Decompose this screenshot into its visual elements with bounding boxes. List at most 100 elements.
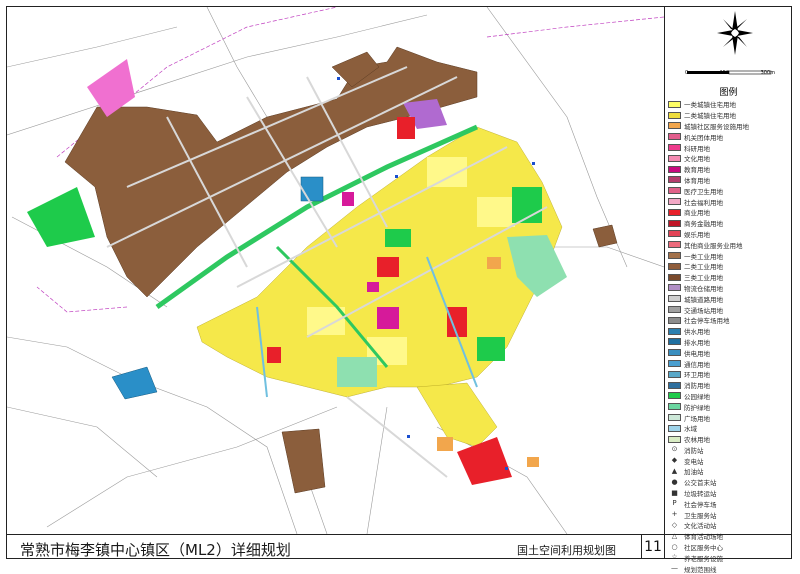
legend-label: 排水用地: [684, 338, 710, 347]
scale-label: 0: [685, 70, 689, 76]
legend-panel: 0 150 300m 图例 一类城镇住宅用地 二类城镇住宅用地 城镇社区服务设施用地…: [664, 7, 791, 574]
legend-swatch: [668, 338, 681, 346]
legend-swatch: [668, 208, 681, 216]
legend-swatch: [668, 133, 681, 141]
legend-swatch: [668, 370, 681, 378]
legend-symbol-label: 规划范围线: [684, 565, 717, 574]
legend-row: 商业用地: [668, 207, 790, 218]
legend-swatch: [668, 111, 681, 119]
scale-label: 300m: [760, 70, 775, 76]
legend-row: 防护绿地: [668, 401, 790, 412]
legend-label: 农林用地: [684, 436, 710, 445]
legend-row: 商务金融用地: [668, 218, 790, 229]
legend-label: 教育用地: [684, 166, 710, 175]
legend-symbol-label: 公交首末站: [684, 479, 717, 488]
legend-swatch: [668, 273, 681, 281]
legend-row: 排水用地: [668, 337, 790, 348]
legend-symbol-label: 消防站: [684, 446, 704, 455]
legend-label: 广场用地: [684, 414, 710, 423]
legend-row: 消防用地: [668, 380, 790, 391]
legend-label: 社会福利用地: [684, 198, 723, 207]
legend-symbol-label: 变电站: [684, 457, 704, 466]
legend-symbol-label: 加油站: [684, 468, 704, 477]
legend-label: 科研用地: [684, 144, 710, 153]
legend-label: 防护绿地: [684, 403, 710, 412]
legend-label: 社会停车场用地: [684, 317, 730, 326]
legend-swatch: [668, 435, 681, 443]
legend-label: 其他商业服务业用地: [684, 241, 743, 250]
legend-row: 水域: [668, 423, 790, 434]
legend-label: 供电用地: [684, 349, 710, 358]
legend-swatch: [668, 165, 681, 173]
legend-swatch: [668, 284, 681, 292]
legend-label: 三类工业用地: [684, 274, 723, 283]
legend-row: 三类工业用地: [668, 272, 790, 283]
legend-symbol-row: P 社会停车场: [668, 498, 790, 509]
legend-row: 机关团体用地: [668, 131, 790, 142]
legend-row: 一类城镇住宅用地: [668, 99, 790, 110]
legend-label: 商务金融用地: [684, 220, 723, 229]
legend-symbol-icon: ◇: [671, 520, 678, 529]
legend-label: 商业用地: [684, 209, 710, 218]
legend-swatch: [668, 198, 681, 206]
legend-symbol-icon: ⊙: [671, 445, 678, 454]
legend-symbol-label: 垃圾转运站: [684, 490, 717, 499]
legend-label: 供水用地: [684, 328, 710, 337]
legend-label: 物流仓储用地: [684, 284, 723, 293]
legend-row: 二类工业用地: [668, 261, 790, 272]
legend-swatch: [668, 122, 681, 130]
legend-row: 广场用地: [668, 412, 790, 423]
legend-symbol-label: 社会停车场: [684, 500, 717, 509]
legend-swatch: [668, 381, 681, 389]
legend-symbol-icon: ●: [671, 477, 678, 486]
legend-list: 一类城镇住宅用地 二类城镇住宅用地 城镇社区服务设施用地 机关团体用地 科研用地文化用地…: [668, 99, 790, 574]
legend-label: 机关团体用地: [684, 133, 723, 142]
legend-symbol-label: 文化活动站: [684, 522, 717, 531]
legend-swatch: [668, 327, 681, 335]
legend-row: 社会福利用地: [668, 196, 790, 207]
legend-row: 环卫用地: [668, 369, 790, 380]
legend-label: 文化用地: [684, 155, 710, 164]
legend-label: 娱乐用地: [684, 230, 710, 239]
legend-row: 农林用地: [668, 434, 790, 445]
scale-bar: 0 150 300m: [685, 62, 775, 78]
legend-symbol-row: + 卫生服务站: [668, 509, 790, 520]
scale-label: 150: [719, 70, 730, 76]
plan-title: 常熟市梅李镇中心镇区（ML2）详细规划: [20, 541, 291, 559]
legend-row: 城镇道路用地: [668, 293, 790, 304]
legend-row: 文化用地: [668, 153, 790, 164]
legend-symbol-row: ■ 垃圾转运站: [668, 488, 790, 499]
legend-swatch: [668, 316, 681, 324]
legend-row: 通信用地: [668, 358, 790, 369]
legend-symbol-row: ● 公交首末站: [668, 477, 790, 488]
legend-symbol-icon: ▲: [671, 466, 678, 475]
scale-labels: 0 150 300m: [685, 70, 775, 76]
legend-label: 医疗卫生用地: [684, 187, 723, 196]
legend-row: 二类城镇住宅用地: [668, 110, 790, 121]
legend-swatch: [668, 392, 681, 400]
legend-row: 娱乐用地: [668, 229, 790, 240]
legend-swatch: [668, 424, 681, 432]
legend-heading: 图例: [719, 88, 738, 98]
legend-swatch: [668, 360, 681, 368]
north-arrow-icon: [717, 11, 753, 55]
legend-row: 供水用地: [668, 326, 790, 337]
sheet-number: 11: [641, 535, 665, 559]
legend-label: 二类城镇住宅用地: [684, 112, 736, 121]
legend-label: 一类城镇住宅用地: [684, 101, 736, 110]
legend-row: 体育用地: [668, 175, 790, 186]
legend-symbol-icon: ◆: [671, 456, 678, 465]
map-title: 国土空间利用规划图: [517, 544, 616, 557]
legend-row: 城镇社区服务设施用地: [668, 121, 790, 132]
legend-swatch: [668, 252, 681, 260]
map-view[interactable]: [7, 7, 664, 534]
legend-row: 物流仓储用地: [668, 283, 790, 294]
legend-label: 二类工业用地: [684, 263, 723, 272]
legend-swatch: [668, 241, 681, 249]
legend-symbol-row: ▲ 加油站: [668, 466, 790, 477]
title-bar: 常熟市梅李镇中心镇区（ML2）详细规划 国土空间利用规划图 11: [7, 534, 791, 559]
legend-swatch: [668, 100, 681, 108]
land-use-map: [7, 7, 664, 534]
legend-row: 教育用地: [668, 164, 790, 175]
legend-label: 体育用地: [684, 176, 710, 185]
